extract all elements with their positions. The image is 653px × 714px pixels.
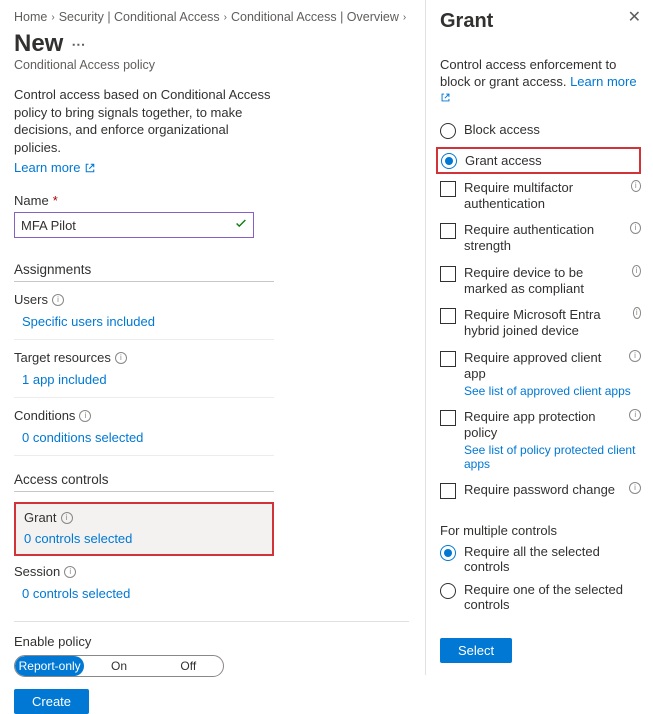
radio-icon xyxy=(440,545,456,561)
checkbox-icon xyxy=(440,483,456,499)
info-icon[interactable]: i xyxy=(633,307,641,319)
check-password[interactable]: Require password change i xyxy=(440,482,641,499)
breadcrumb: Home › Security | Conditional Access › C… xyxy=(14,10,409,24)
radio-all-label: Require all the selected controls xyxy=(464,544,641,574)
chevron-right-icon: › xyxy=(51,12,54,23)
session-link[interactable]: 0 controls selected xyxy=(14,583,274,611)
info-icon[interactable]: i xyxy=(79,410,91,422)
check-icon xyxy=(234,217,248,234)
checkbox-icon xyxy=(440,410,456,426)
checkbox-icon xyxy=(440,351,456,367)
users-link[interactable]: Specific users included xyxy=(14,311,274,340)
session-label: Session xyxy=(14,564,60,579)
radio-block-label: Block access xyxy=(464,122,540,137)
session-row[interactable]: Session i xyxy=(14,564,274,579)
access-header: Access controls xyxy=(14,472,274,492)
learn-more-link[interactable]: Learn more xyxy=(14,160,80,175)
check-mfa[interactable]: Require multifactor authentication i xyxy=(440,180,641,213)
users-row[interactable]: Users i xyxy=(14,292,274,307)
info-icon[interactable]: i xyxy=(629,409,641,421)
page-description: Control access based on Conditional Acce… xyxy=(14,86,274,156)
chevron-right-icon: › xyxy=(224,12,227,23)
info-icon[interactable]: i xyxy=(632,265,641,277)
targets-label: Target resources xyxy=(14,350,111,365)
checkbox-icon xyxy=(440,181,456,197)
check-approved-app[interactable]: Require approved client app i See list o… xyxy=(440,350,641,399)
radio-icon xyxy=(440,123,456,139)
name-label: Name* xyxy=(14,193,409,208)
info-icon[interactable]: i xyxy=(631,180,641,192)
external-link-icon xyxy=(440,91,452,103)
close-icon[interactable]: ✕ xyxy=(628,10,641,26)
name-input[interactable] xyxy=(14,212,254,238)
grant-block[interactable]: Grant i 0 controls selected xyxy=(14,502,274,556)
check-protection[interactable]: Require app protection policy i See list… xyxy=(440,409,641,472)
panel-learn-more[interactable]: Learn more xyxy=(570,74,636,89)
toggle-off[interactable]: Off xyxy=(154,656,223,676)
panel-description: Control access enforcement to block or g… xyxy=(440,57,641,108)
radio-require-one[interactable]: Require one of the selected controls xyxy=(440,582,641,612)
check-password-label: Require password change xyxy=(464,482,615,498)
users-label: Users xyxy=(14,292,48,307)
assignments-header: Assignments xyxy=(14,262,274,282)
page-title-text: New xyxy=(14,30,63,58)
radio-icon xyxy=(441,153,457,169)
checkbox-icon xyxy=(440,308,456,324)
info-icon[interactable]: i xyxy=(64,566,76,578)
radio-block-access[interactable]: Block access xyxy=(440,122,641,139)
conditions-row[interactable]: Conditions i xyxy=(14,408,274,423)
info-icon[interactable]: i xyxy=(629,350,641,362)
info-icon[interactable]: i xyxy=(629,482,641,494)
external-link-icon xyxy=(84,162,96,174)
radio-grant-access[interactable]: Grant access xyxy=(436,147,641,174)
info-icon[interactable]: i xyxy=(630,222,641,234)
radio-one-label: Require one of the selected controls xyxy=(464,582,641,612)
breadcrumb-overview[interactable]: Conditional Access | Overview xyxy=(231,10,399,24)
conditions-link[interactable]: 0 conditions selected xyxy=(14,427,274,456)
radio-icon xyxy=(440,583,456,599)
check-compliant-label: Require device to be marked as compliant xyxy=(464,265,628,298)
checkbox-icon xyxy=(440,266,456,282)
targets-link[interactable]: 1 app included xyxy=(14,369,274,398)
toggle-report-only[interactable]: Report-only xyxy=(15,656,84,676)
radio-require-all[interactable]: Require all the selected controls xyxy=(440,544,641,574)
select-button[interactable]: Select xyxy=(440,638,512,663)
check-protection-label: Require app protection policy xyxy=(464,409,625,442)
enable-policy-label: Enable policy xyxy=(14,634,409,649)
checkbox-icon xyxy=(440,223,456,239)
breadcrumb-home[interactable]: Home xyxy=(14,10,47,24)
grant-link[interactable]: 0 controls selected xyxy=(24,529,264,546)
chevron-right-icon: › xyxy=(403,12,406,23)
multi-controls-header: For multiple controls xyxy=(440,523,641,538)
targets-row[interactable]: Target resources i xyxy=(14,350,274,365)
toggle-on[interactable]: On xyxy=(84,656,153,676)
check-strength[interactable]: Require authentication strength i xyxy=(440,222,641,255)
check-strength-label: Require authentication strength xyxy=(464,222,626,255)
check-mfa-label: Require multifactor authentication xyxy=(464,180,627,213)
conditions-label: Conditions xyxy=(14,408,75,423)
check-hybrid[interactable]: Require Microsoft Entra hybrid joined de… xyxy=(440,307,641,340)
check-hybrid-label: Require Microsoft Entra hybrid joined de… xyxy=(464,307,629,340)
enable-policy-toggle[interactable]: Report-only On Off xyxy=(14,655,224,677)
more-icon[interactable]: ⋯ xyxy=(71,36,86,53)
radio-grant-label: Grant access xyxy=(465,153,542,168)
check-compliant[interactable]: Require device to be marked as compliant… xyxy=(440,265,641,298)
check-approved-label: Require approved client app xyxy=(464,350,625,383)
info-icon[interactable]: i xyxy=(52,294,64,306)
info-icon[interactable]: i xyxy=(61,512,73,524)
protection-apps-link[interactable]: See list of policy protected client apps xyxy=(464,443,641,472)
breadcrumb-security[interactable]: Security | Conditional Access xyxy=(59,10,220,24)
panel-title: Grant xyxy=(440,10,493,33)
create-button[interactable]: Create xyxy=(14,689,89,714)
info-icon[interactable]: i xyxy=(115,352,127,364)
page-subtitle: Conditional Access policy xyxy=(14,58,409,72)
approved-apps-link[interactable]: See list of approved client apps xyxy=(464,384,641,398)
page-title: New ⋯ xyxy=(14,30,409,58)
grant-label: Grant xyxy=(24,510,57,525)
